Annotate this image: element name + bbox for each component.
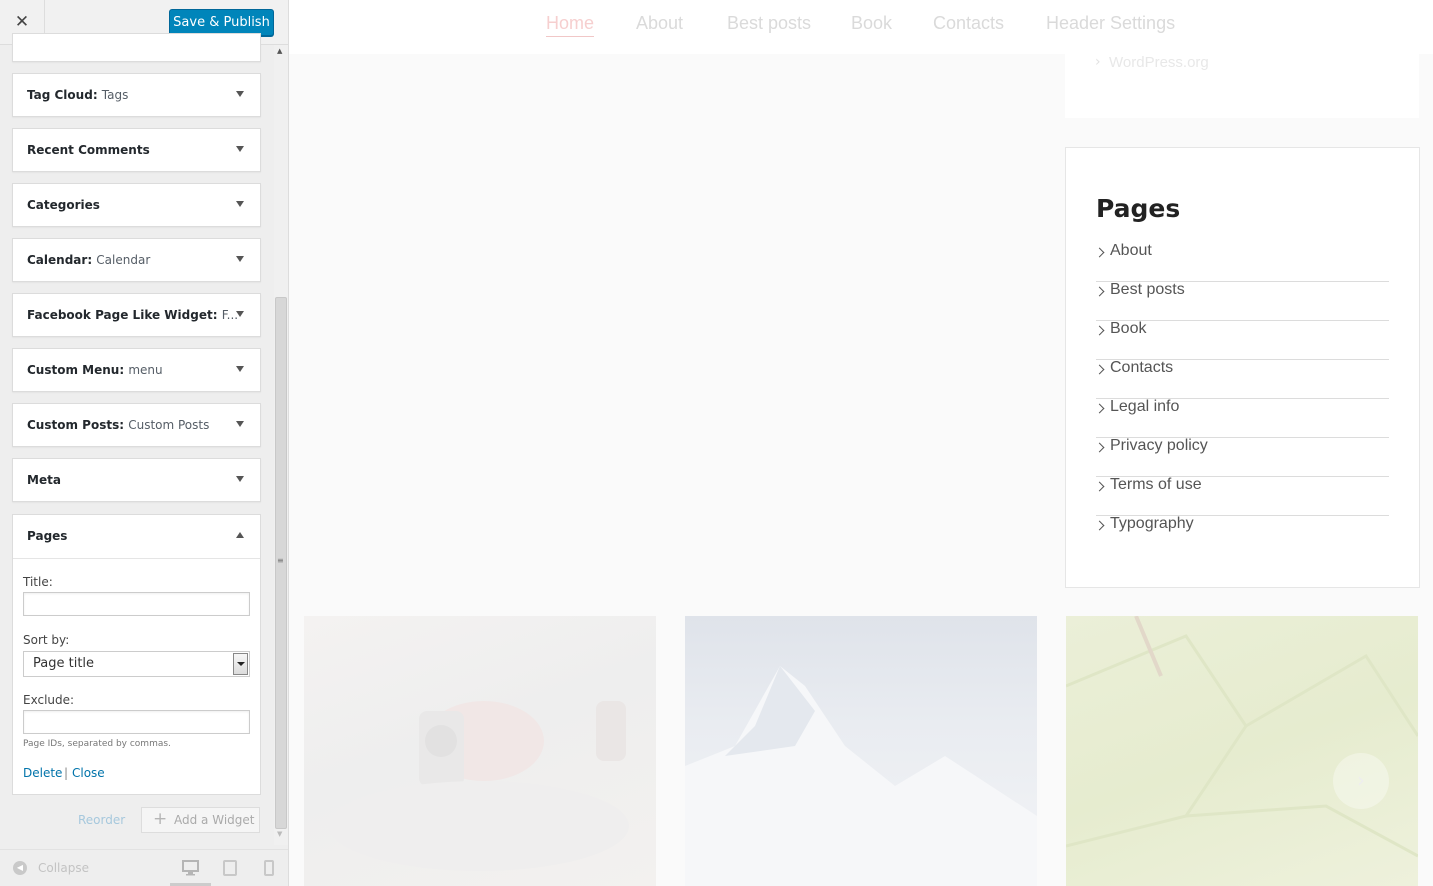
field-photo [1066,616,1418,858]
widget-title: Facebook Page Like Widget [27,308,213,322]
scroll-up-arrow-icon[interactable]: ▲ [277,47,282,55]
previous-widget: › WordPress.org [1065,54,1419,118]
widget-subtitle: Custom Posts [128,418,210,432]
sort-by-select[interactable]: Page title [23,651,250,677]
page-link-contacts[interactable]: Contacts [1094,359,1389,399]
desktop-icon[interactable] [182,860,199,876]
pages-widget-preview: Pages About Best posts Book Contacts Leg… [1065,147,1420,588]
title-input[interactable] [23,592,250,616]
link-separator: | [64,766,69,780]
widget-item-recent-comments[interactable]: Recent Comments [12,128,261,172]
nav-item-contacts[interactable]: Contacts [933,13,1004,34]
collapse-arrow-icon[interactable]: ◀ [13,861,27,875]
pages-widget-header[interactable]: Pages [13,515,260,559]
scrollbar-grip-icon: ≡ [277,556,284,565]
plus-icon: + [153,809,168,829]
site-preview: Home About Best posts Book Contacts Head… [289,0,1433,886]
widget-item-categories[interactable]: Categories [12,183,261,227]
chevron-down-icon[interactable] [236,201,244,207]
widget-title: Pages [27,529,68,543]
wordpress-link[interactable]: WordPress.org [1109,54,1209,71]
widget-item-custom-posts[interactable]: Custom Posts: Custom Posts [12,403,261,447]
chevron-right-icon [1094,325,1105,336]
chevron-down-icon[interactable] [236,476,244,482]
nav-item-home[interactable]: Home [546,13,595,37]
nav-item-best-posts[interactable]: Best posts [727,13,811,34]
chevron-down-icon[interactable] [236,366,244,372]
chevron-down-icon[interactable] [236,256,244,262]
nav-item-header-settings[interactable]: Header Settings [1046,13,1175,34]
pages-heading: Pages [1096,194,1181,223]
widget-title: Meta [27,473,61,487]
nav-item-book[interactable]: Book [851,13,892,34]
chevron-right-icon [1094,442,1105,453]
widget-title: Categories [27,198,100,212]
site-navigation: Home About Best posts Book Contacts Head… [289,0,1433,54]
close-link[interactable]: Close [72,766,105,780]
post-image-field[interactable] [1066,616,1418,886]
page-link-legal-info[interactable]: Legal info [1094,398,1389,438]
widget-item-facebook-page-like[interactable]: Facebook Page Like Widget: F... [12,293,261,337]
chevron-right-icon: › [1095,54,1101,70]
chevron-down-icon[interactable] [236,91,244,97]
widget-subtitle: Calendar [96,253,151,267]
sort-by-label: Sort by: [23,633,70,647]
post-image-camera[interactable] [304,616,656,886]
close-icon: ✕ [14,12,30,32]
nav-item-about[interactable]: About [636,13,683,34]
sidebar-footer: ◀ Collapse [0,849,288,886]
slider-next-button[interactable]: › [1333,753,1389,809]
chevron-right-icon [1094,403,1105,414]
chevron-down-icon[interactable] [236,146,244,152]
chevron-down-icon[interactable] [236,311,244,317]
page-link-typography[interactable]: Typography [1094,515,1389,554]
tablet-icon[interactable] [223,860,237,876]
title-label: Title: [23,575,53,589]
add-widget-label: Add a Widget [174,813,255,827]
widget-title: Calendar [27,253,88,267]
sort-by-value: Page title [33,656,95,671]
page-link-terms-of-use[interactable]: Terms of use [1094,476,1389,516]
chevron-right-icon [1094,481,1105,492]
mountain-photo [685,666,1037,886]
chevron-right-icon [1094,247,1105,258]
exclude-help-text: Page IDs, separated by commas. [23,739,171,749]
widget-item-meta[interactable]: Meta [12,458,261,502]
add-widget-button[interactable]: + Add a Widget [141,807,260,833]
widget-title: Tag Cloud [27,88,93,102]
chevron-right-icon [1094,364,1105,375]
mobile-icon[interactable] [264,860,274,876]
page-link-best-posts[interactable]: Best posts [1094,281,1389,321]
chevron-right-icon [1094,520,1105,531]
chevron-up-icon[interactable] [236,532,244,538]
collapse-button[interactable]: Collapse [38,861,89,875]
widget-subtitle: menu [128,363,163,377]
page-link-privacy-policy[interactable]: Privacy policy [1094,437,1389,477]
exclude-input[interactable] [23,710,250,734]
chevron-down-icon[interactable] [236,421,244,427]
delete-link[interactable]: Delete [23,766,62,780]
dropdown-arrow-icon[interactable] [233,653,248,675]
widget-title: Recent Comments [27,143,150,157]
save-publish-button[interactable]: Save & Publish [169,9,274,36]
page-link-book[interactable]: Book [1094,320,1389,360]
widget-item-pages-expanded: Pages Title: Sort by: Page title Exclude… [12,514,261,795]
widget-subtitle: Tags [101,88,129,102]
post-image-mountain[interactable] [685,616,1037,886]
widget-item-partial[interactable] [12,33,261,62]
widget-title: Custom Posts [27,418,120,432]
scroll-down-arrow-icon[interactable]: ▼ [277,830,282,838]
customizer-sidebar: ✕ Save & Publish Tag Cloud: Tags Recent … [0,0,289,886]
page-link-about[interactable]: About [1094,242,1389,282]
chevron-right-icon [1094,286,1105,297]
widget-item-calendar[interactable]: Calendar: Calendar [12,238,261,282]
camera-photo [329,701,629,871]
widget-item-custom-menu[interactable]: Custom Menu: menu [12,348,261,392]
exclude-label: Exclude: [23,693,75,707]
widget-item-tag-cloud[interactable]: Tag Cloud: Tags [12,73,261,117]
reorder-link[interactable]: Reorder [78,813,125,827]
widget-title: Custom Menu [27,363,120,377]
